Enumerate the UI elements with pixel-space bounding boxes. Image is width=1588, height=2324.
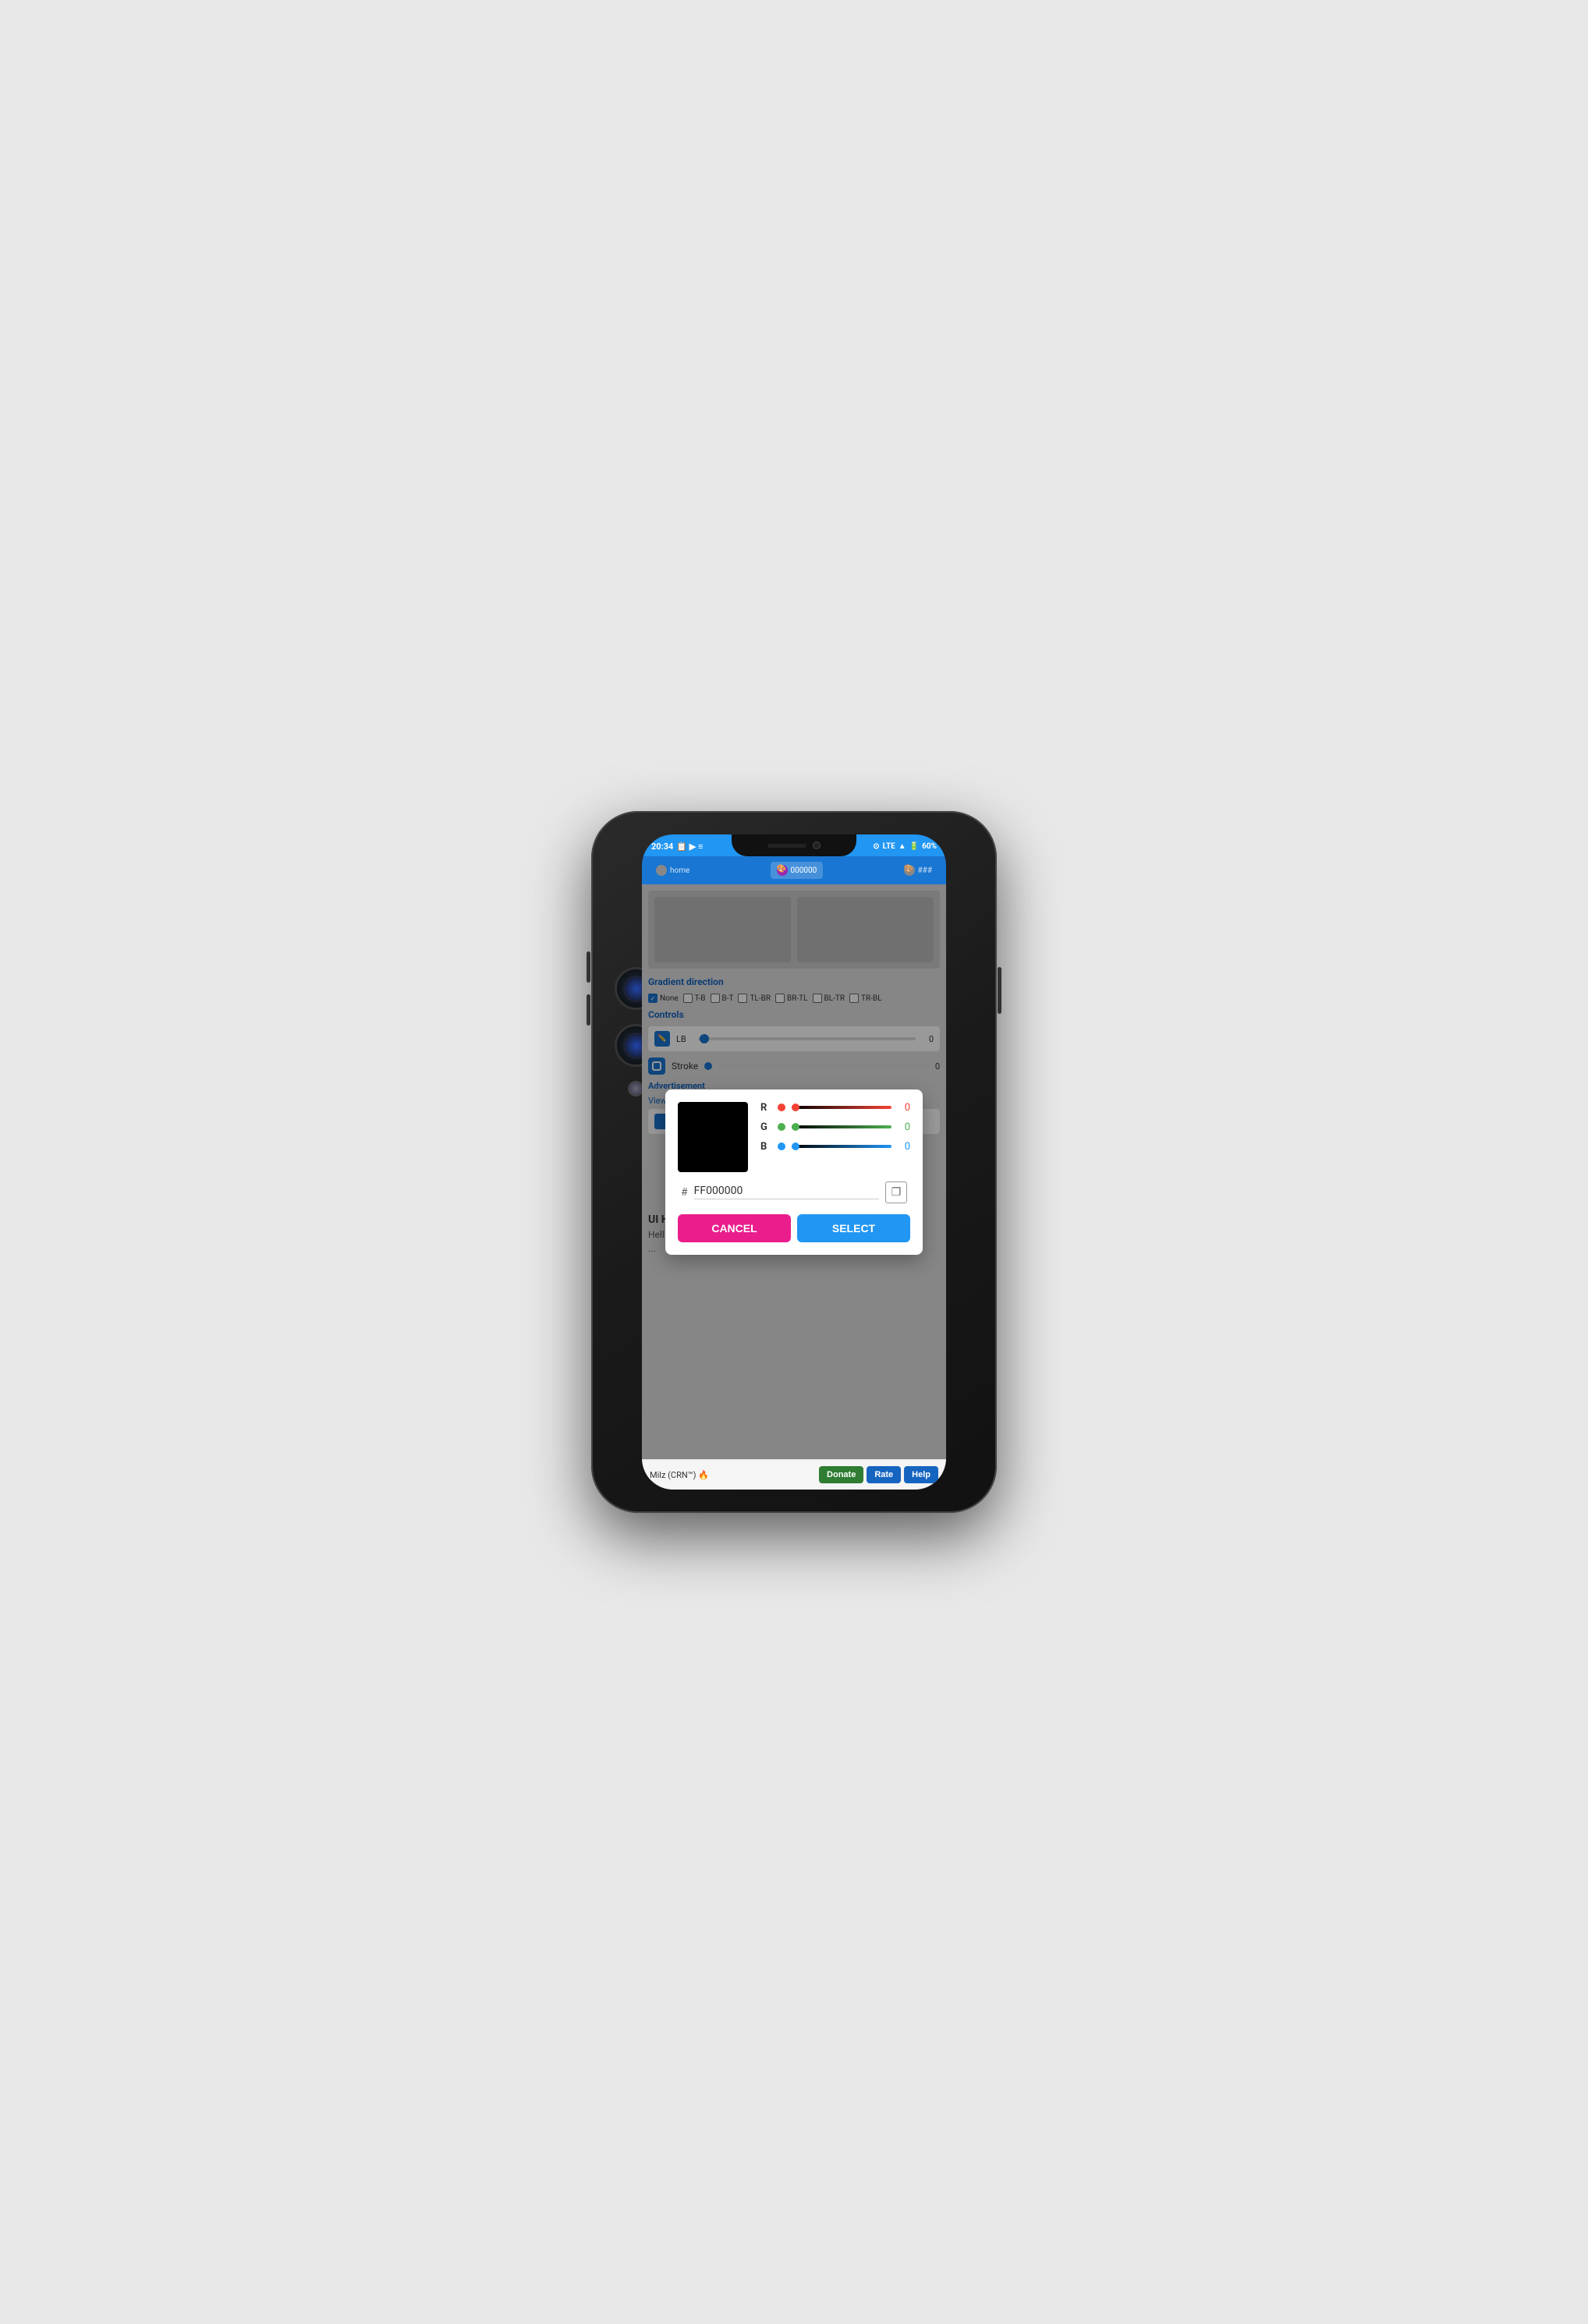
b-dot bbox=[778, 1143, 785, 1150]
bottom-buttons: Donate Rate Help bbox=[819, 1466, 938, 1483]
dialog-top: R 0 G bbox=[678, 1102, 910, 1172]
g-label: G bbox=[760, 1121, 771, 1133]
r-dot bbox=[778, 1104, 785, 1111]
rgb-row-red: R 0 bbox=[760, 1102, 910, 1114]
g-value: 0 bbox=[898, 1121, 910, 1133]
hex-hash: # bbox=[681, 1186, 688, 1199]
color-picker-overlay: R 0 G bbox=[642, 884, 946, 1459]
donate-button[interactable]: Donate bbox=[819, 1466, 863, 1483]
notch-camera bbox=[813, 841, 821, 849]
tab-color[interactable]: 🎨 000000 bbox=[771, 862, 824, 879]
bottom-bar: Milz (CRN™) 🔥 Donate Rate Help bbox=[642, 1459, 946, 1490]
notch-speaker bbox=[767, 844, 806, 848]
tab-home-label: home bbox=[670, 866, 689, 875]
power-button[interactable] bbox=[998, 967, 1001, 1014]
b-label: B bbox=[760, 1141, 771, 1153]
select-button[interactable]: SELECT bbox=[797, 1214, 910, 1242]
rgb-row-green: G 0 bbox=[760, 1121, 910, 1133]
battery-icon: 🔋 bbox=[909, 842, 919, 851]
copy-icon-symbol: ❐ bbox=[891, 1186, 902, 1199]
battery-label: 60% bbox=[922, 842, 937, 851]
r-value: 0 bbox=[898, 1102, 910, 1114]
tab-color1[interactable]: 🎨 ### bbox=[898, 862, 938, 879]
notch bbox=[732, 834, 856, 856]
b-track[interactable] bbox=[792, 1145, 891, 1148]
notification-icons: 📋 ▶ ≡ bbox=[676, 841, 703, 852]
network-label: LTE bbox=[883, 842, 895, 851]
tab-color-label: 000000 bbox=[791, 866, 817, 875]
hex-value[interactable]: FF000000 bbox=[694, 1185, 879, 1199]
tab-color-icon: 🎨 bbox=[777, 865, 788, 876]
color-preview-box bbox=[678, 1102, 748, 1172]
rgb-sliders: R 0 G bbox=[760, 1102, 910, 1172]
rgb-row-blue: B 0 bbox=[760, 1141, 910, 1153]
volume-up-button[interactable] bbox=[587, 951, 590, 983]
color-picker-dialog: R 0 G bbox=[665, 1089, 923, 1255]
b-thumb bbox=[792, 1143, 799, 1150]
author-text: Milz (CRN™) 🔥 bbox=[650, 1470, 709, 1480]
signal-icon: ▲ bbox=[899, 842, 906, 851]
r-track[interactable] bbox=[792, 1106, 891, 1109]
tab-bar: home 🎨 000000 🎨 ### bbox=[642, 856, 946, 884]
screen-content: Gradient direction None T-B B-T bbox=[642, 884, 946, 1490]
tab-color1-label: ### bbox=[918, 866, 932, 875]
phone-device: 20:34 📋 ▶ ≡ ⊙ LTE ▲ 🔋 60% home 🎨 000000 bbox=[591, 811, 997, 1513]
dialog-buttons: CANCEL SELECT bbox=[678, 1214, 910, 1242]
phone-screen: 20:34 📋 ▶ ≡ ⊙ LTE ▲ 🔋 60% home 🎨 000000 bbox=[642, 834, 946, 1490]
r-label: R bbox=[760, 1102, 771, 1114]
status-time: 20:34 bbox=[651, 841, 673, 852]
volume-down-button[interactable] bbox=[587, 994, 590, 1026]
r-thumb bbox=[792, 1104, 799, 1111]
copy-button[interactable]: ❐ bbox=[885, 1181, 907, 1203]
g-dot bbox=[778, 1123, 785, 1131]
tab-home[interactable]: home bbox=[650, 862, 696, 879]
b-value: 0 bbox=[898, 1141, 910, 1153]
g-track[interactable] bbox=[792, 1125, 891, 1128]
help-button[interactable]: Help bbox=[904, 1466, 938, 1483]
hex-row: # FF000000 ❐ bbox=[678, 1181, 910, 1203]
tab-home-icon bbox=[656, 865, 667, 876]
tab-color1-icon: 🎨 bbox=[904, 865, 915, 876]
camera-flash bbox=[628, 1081, 643, 1096]
rate-button[interactable]: Rate bbox=[867, 1466, 901, 1483]
cancel-button[interactable]: CANCEL bbox=[678, 1214, 791, 1242]
network-icon: ⊙ bbox=[873, 842, 879, 851]
g-thumb bbox=[792, 1123, 799, 1131]
